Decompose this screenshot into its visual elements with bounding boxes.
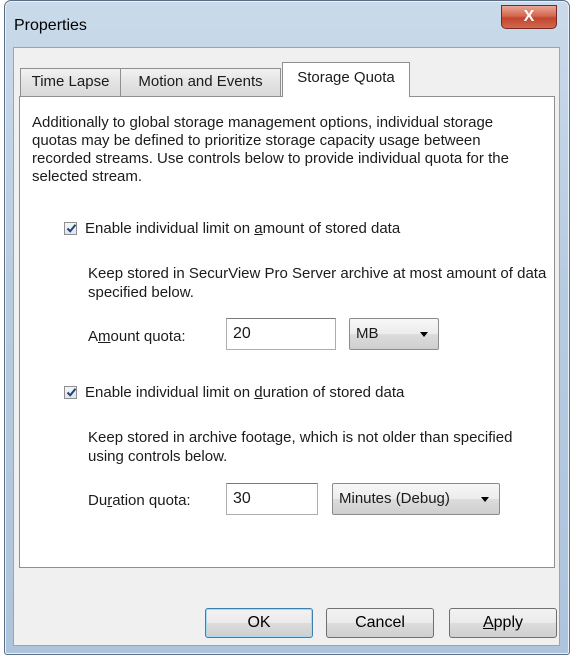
amount-quota-input[interactable]: 20 xyxy=(226,318,336,350)
description-text: Additionally to global storage managemen… xyxy=(32,114,509,185)
tab-label: Storage Quota xyxy=(297,69,395,86)
duration-limit-checkbox-row[interactable]: Enable individual limit on duration of s… xyxy=(64,382,404,402)
tab-motion-and-events[interactable]: Motion and Events xyxy=(120,68,281,96)
tab-label: Motion and Events xyxy=(138,73,263,90)
cancel-button[interactable]: Cancel xyxy=(326,608,434,638)
close-icon: X xyxy=(523,8,535,25)
chevron-down-icon xyxy=(481,497,489,502)
ok-button[interactable]: OK xyxy=(205,608,313,638)
duration-limit-checkbox[interactable] xyxy=(64,385,77,399)
duration-quota-input[interactable]: 30 xyxy=(226,483,318,515)
amount-unit-select[interactable]: MB xyxy=(349,318,439,350)
duration-quota-value: 30 xyxy=(233,490,251,507)
amount-limit-label: Enable individual limit on amount of sto… xyxy=(85,219,401,237)
tab-label: Time Lapse xyxy=(31,73,110,90)
duration-quota-label: Duration quota: xyxy=(88,492,191,509)
amount-quota-label: Amount quota: xyxy=(88,328,186,345)
apply-label: pply xyxy=(493,614,524,631)
chevron-down-icon xyxy=(420,332,428,337)
duration-limit-label: Enable individual limit on duration of s… xyxy=(85,383,405,401)
amount-limit-checkbox[interactable] xyxy=(64,221,77,235)
duration-unit-select[interactable]: Minutes (Debug) xyxy=(332,483,500,515)
amount-quota-value: 20 xyxy=(233,325,251,342)
amount-unit-value: MB xyxy=(356,325,379,342)
tab-storage-quota[interactable]: Storage Quota xyxy=(282,62,410,97)
close-button[interactable]: X xyxy=(501,5,557,29)
tab-time-lapse[interactable]: Time Lapse xyxy=(20,68,121,96)
checkmark-icon xyxy=(66,223,77,233)
apply-mnemonic: A xyxy=(482,614,494,631)
window-title: Properties xyxy=(14,17,87,34)
apply-button[interactable]: Apply xyxy=(449,608,557,638)
amount-limit-checkbox-row[interactable]: Enable individual limit on amount of sto… xyxy=(64,218,400,238)
duration-unit-value: Minutes (Debug) xyxy=(339,490,450,507)
amount-hint-text: Keep stored in SecurView Pro Server arch… xyxy=(88,265,547,301)
duration-hint-text: Keep stored in archive footage, which is… xyxy=(88,429,513,465)
checkmark-icon xyxy=(66,387,77,397)
